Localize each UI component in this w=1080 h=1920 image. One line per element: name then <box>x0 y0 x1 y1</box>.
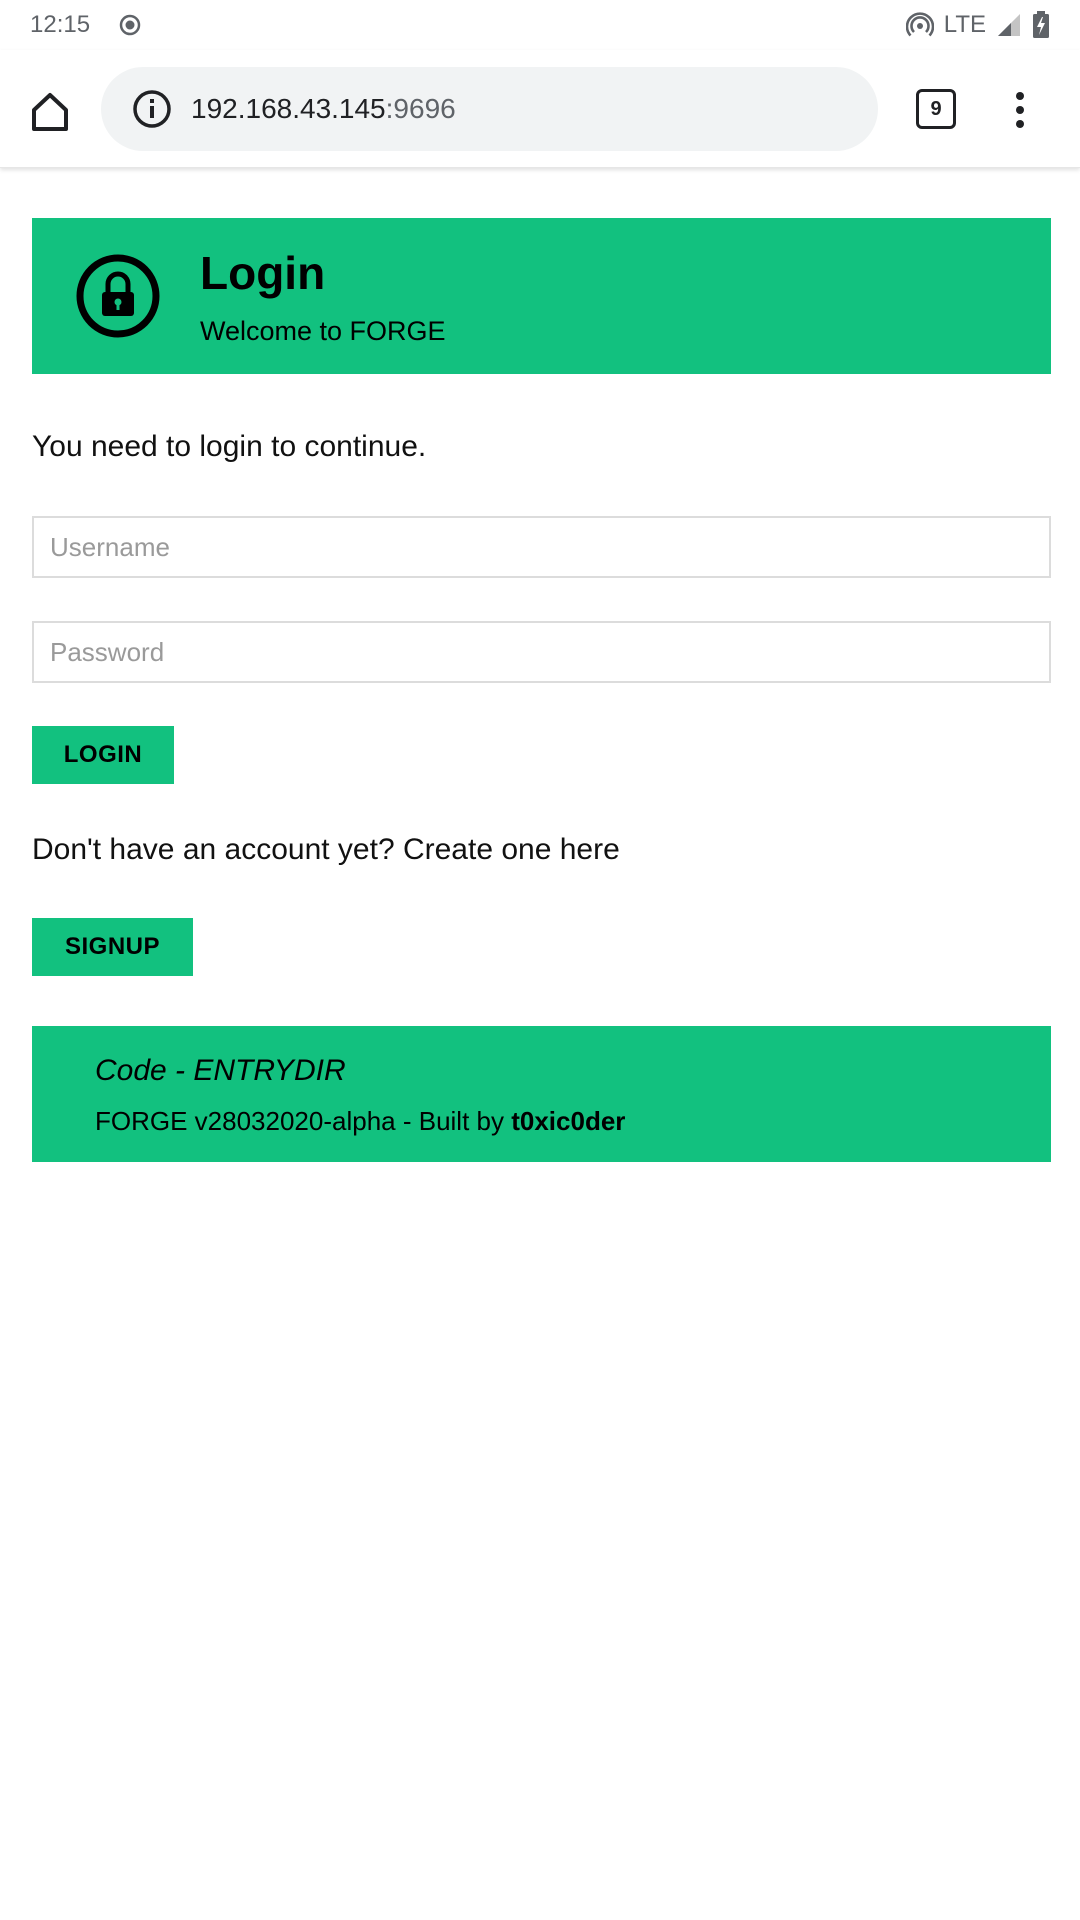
status-bar: 12:15 LTE <box>0 0 1080 50</box>
browser-toolbar: 192.168.43.145:9696 9 <box>0 50 1080 168</box>
url-port: :9696 <box>385 93 456 124</box>
tab-count: 9 <box>930 97 942 120</box>
login-intro-text: You need to login to continue. <box>32 430 427 463</box>
hotspot-icon <box>905 11 934 39</box>
home-button[interactable] <box>26 88 74 136</box>
footer-version: FORGE v28032020-alpha - Built by t0xic0d… <box>95 1106 625 1137</box>
network-type: LTE <box>943 11 986 38</box>
status-left: 12:15 <box>30 11 142 39</box>
login-button[interactable]: LOGIN <box>32 726 174 784</box>
footer: Code - ENTRYDIR FORGE v28032020-alpha - … <box>32 1026 1051 1162</box>
home-icon <box>32 93 68 131</box>
battery-charging-icon <box>1032 11 1050 39</box>
footer-author: t0xic0der <box>511 1106 626 1136</box>
tab-switcher-button[interactable]: 9 <box>916 89 956 129</box>
footer-code: Code - ENTRYDIR <box>95 1054 346 1087</box>
signup-button[interactable]: SIGNUP <box>32 918 193 976</box>
more-vert-icon[interactable] <box>1000 86 1040 134</box>
password-input[interactable] <box>32 621 1051 683</box>
signal-icon <box>996 12 1022 38</box>
signup-prompt: Don't have an account yet? Create one he… <box>32 833 620 866</box>
footer-version-text: FORGE v28032020-alpha - Built by <box>95 1106 512 1136</box>
url-host: 192.168.43.145 <box>191 93 386 124</box>
url-bar[interactable]: 192.168.43.145:9696 <box>101 67 878 151</box>
status-time: 12:15 <box>30 11 91 38</box>
info-icon[interactable] <box>131 88 173 130</box>
lock-icon <box>76 254 160 338</box>
status-right: LTE <box>905 11 1050 39</box>
username-input[interactable] <box>32 516 1051 578</box>
page-subtitle: Welcome to FORGE <box>200 316 446 346</box>
page-title: Login <box>200 247 326 299</box>
login-header: Login Welcome to FORGE <box>32 218 1051 374</box>
record-icon <box>118 13 142 37</box>
